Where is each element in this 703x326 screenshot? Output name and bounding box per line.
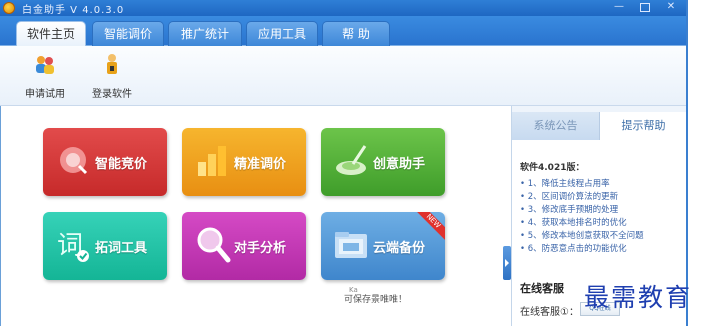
release-notes: • 1、降低主线程占用率 • 2、区间调价算法的更新 • 3、修改底手预期的处理…: [520, 178, 644, 256]
online-service-heading: 在线客服: [520, 282, 564, 295]
bid-icon: [60, 147, 88, 175]
new-badge: NEW: [415, 212, 445, 242]
apply-trial-button[interactable]: 申请试用: [15, 52, 75, 100]
tile-competitor-analysis-label: 对手分析: [234, 241, 287, 256]
watermark-text: 最需教育: [584, 283, 693, 312]
title-bar: 白金助手 V 4.0.3.0 — ✕: [0, 0, 688, 16]
tab-home[interactable]: 软件主页: [16, 21, 86, 47]
word-icon: 词: [57, 231, 89, 262]
release-note-item[interactable]: • 5、修改本地创意获取不全问题: [520, 230, 644, 243]
tab-smart-pricing[interactable]: 智能调价: [92, 21, 164, 46]
tile-keyword-tool[interactable]: 词 拓词工具: [43, 212, 167, 280]
tile-smart-bid[interactable]: 智能竞价: [43, 128, 167, 196]
users-icon: [36, 56, 54, 74]
tile-precise-pricing-label: 精准调价: [234, 157, 287, 172]
window-title: 白金助手 V 4.0.3.0: [22, 5, 125, 16]
folder-icon: [335, 232, 367, 258]
tab-app-tools[interactable]: 应用工具: [246, 21, 318, 46]
tile-cloud-backup[interactable]: 云端备份 NEW: [321, 212, 445, 280]
tile-competitor-analysis[interactable]: 对手分析: [182, 212, 306, 280]
toolbar: 申请试用 登录软件: [0, 46, 688, 106]
tab-promo-stats[interactable]: 推广统计: [168, 21, 242, 46]
login-button[interactable]: 登录软件: [82, 52, 142, 100]
tab-announcement[interactable]: 系统公告: [512, 112, 600, 140]
promo-text: 可保存景唯唯！: [344, 295, 408, 305]
main-tab-strip: 软件主页 智能调价 推广统计 应用工具 帮 助: [0, 16, 688, 47]
version-title: 软件4.021版：: [520, 163, 585, 173]
online-service-label: 在线客服①：: [520, 307, 579, 318]
tile-smart-bid-label: 智能竞价: [95, 157, 148, 172]
tile-creative-helper-label: 创意助手: [373, 157, 426, 172]
magnifier-icon: [197, 227, 231, 263]
release-note-item[interactable]: • 1、降低主线程占用率: [520, 178, 644, 191]
minimize-button[interactable]: —: [612, 0, 626, 14]
login-user-icon: [107, 54, 117, 74]
tab-help[interactable]: 帮 助: [322, 21, 390, 46]
release-note-item[interactable]: • 3、修改底手预期的处理: [520, 204, 644, 217]
close-button[interactable]: ✕: [664, 0, 678, 14]
creative-icon: [336, 145, 367, 175]
release-note-item[interactable]: • 6、防恶意点击的功能优化: [520, 243, 644, 256]
maximize-button[interactable]: [640, 3, 650, 12]
apply-trial-label: 申请试用: [25, 89, 65, 100]
left-border: [0, 106, 1, 326]
login-label: 登录软件: [92, 89, 132, 100]
collapse-panel-handle[interactable]: [503, 246, 511, 280]
app-logo-icon: [3, 2, 15, 14]
release-note-item[interactable]: • 2、区间调价算法的更新: [520, 191, 644, 204]
tile-keyword-tool-label: 拓词工具: [95, 241, 148, 256]
tab-tips-help[interactable]: 提示帮助: [600, 112, 687, 140]
tile-creative-helper[interactable]: 创意助手: [321, 128, 445, 196]
tile-precise-pricing[interactable]: 精准调价: [182, 128, 306, 196]
bar-chart-icon: [198, 146, 226, 176]
release-note-item[interactable]: • 4、获取本地排名时的优化: [520, 217, 644, 230]
